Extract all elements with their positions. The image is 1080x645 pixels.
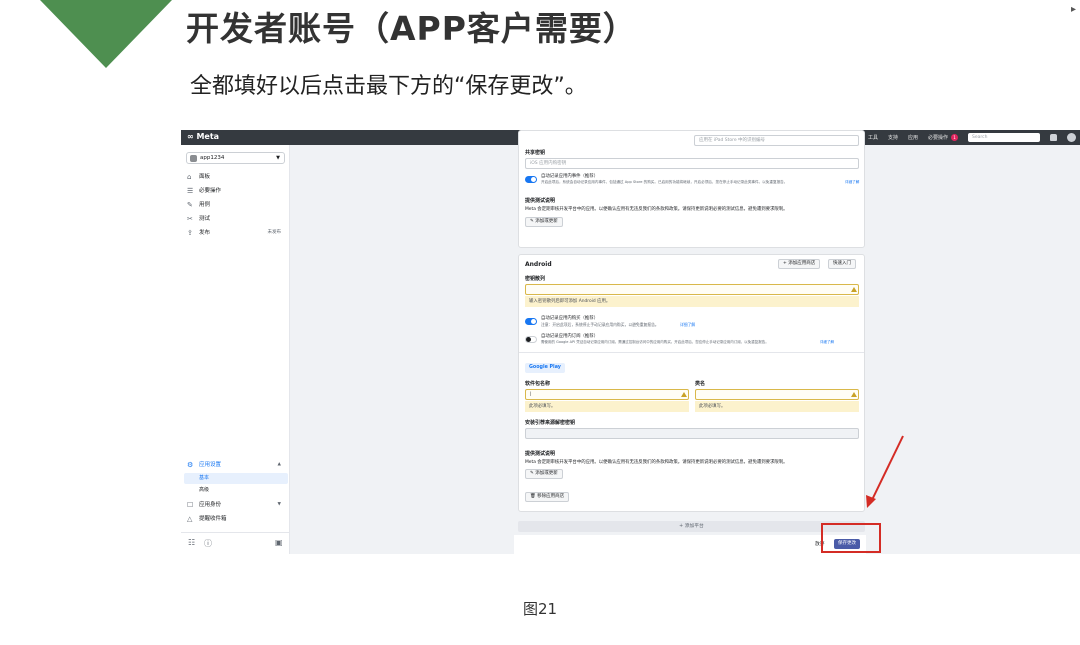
figure-caption: 图21 bbox=[522, 600, 558, 618]
annotation-arrow bbox=[866, 435, 904, 508]
